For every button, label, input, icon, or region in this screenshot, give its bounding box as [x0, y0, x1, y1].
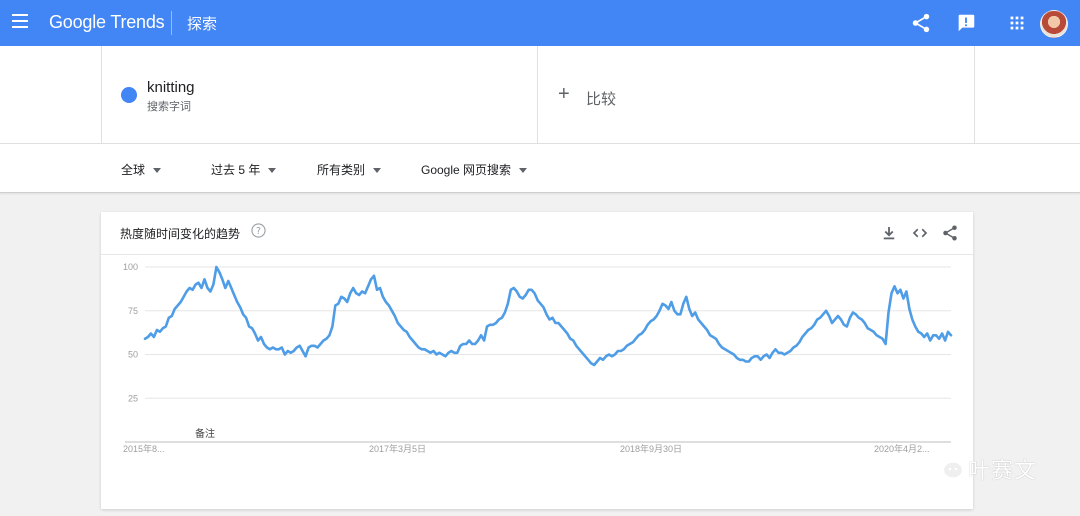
add-icon[interactable]: + — [558, 84, 570, 104]
search-terms-bar: knitting 搜索字词 + 比较 — [0, 46, 1080, 144]
time-range-value: 过去 5 年 — [211, 163, 261, 177]
x-tick-label: 2020年4月2... — [874, 443, 930, 454]
term-color-dot — [121, 87, 137, 103]
x-tick-label: 2015年8... — [123, 443, 165, 454]
interest-over-time-card: 热度随时间变化的趋势 ? 25 50 75 100 2015年8... 2017年3月5日… — [101, 212, 973, 509]
menu-icon[interactable] — [12, 14, 28, 28]
region-value: 全球 — [121, 163, 146, 177]
chevron-down-icon — [268, 168, 277, 174]
x-tick-label: 2017年3月5日 — [369, 443, 426, 454]
y-tick-label: 75 — [128, 306, 138, 316]
avatar[interactable] — [1040, 10, 1068, 38]
compare-label[interactable]: 比较 — [586, 88, 616, 109]
search-term-card[interactable]: knitting 搜索字词 — [101, 46, 538, 143]
x-tick-label: 2018年9月30日 — [620, 443, 682, 454]
search-type-dropdown[interactable]: Google 网页搜索 — [421, 161, 528, 178]
header-divider — [171, 11, 172, 35]
search-type-value: Google 网页搜索 — [421, 163, 512, 177]
chevron-down-icon — [373, 168, 382, 174]
apps-icon[interactable] — [1006, 12, 1028, 34]
top-app-bar: Google Trends 探索 — [0, 0, 1080, 46]
page-heading: 探索 — [187, 16, 218, 33]
feedback-icon[interactable] — [955, 12, 977, 34]
google-trends-logo[interactable]: Google Trends — [49, 12, 165, 33]
category-value: 所有类别 — [317, 163, 366, 177]
term-name[interactable]: knitting — [147, 79, 195, 96]
notes-label: 备注 — [195, 427, 215, 440]
filter-bar: 全球 过去 5 年 所有类别 Google 网页搜索 — [0, 144, 1080, 193]
series-line-knitting — [143, 265, 953, 367]
wechat-watermark-icon — [929, 451, 965, 480]
category-dropdown[interactable]: 所有类别 — [317, 161, 382, 178]
chevron-down-icon — [519, 168, 528, 174]
y-tick-label: 25 — [128, 393, 138, 403]
compare-card[interactable]: + 比较 — [537, 46, 975, 143]
watermark-text: 叶赛文 — [968, 458, 1038, 483]
share-icon[interactable] — [910, 12, 932, 34]
interest-line-chart: 25 50 75 100 2015年8... 2017年3月5日 2018年9月30日 202… — [123, 262, 953, 454]
chevron-down-icon — [153, 168, 162, 174]
term-type-label: 搜索字词 — [147, 101, 191, 113]
y-tick-label: 100 — [123, 262, 138, 272]
time-range-dropdown[interactable]: 过去 5 年 — [211, 161, 277, 178]
y-tick-label: 50 — [128, 350, 138, 360]
region-dropdown[interactable]: 全球 — [121, 161, 162, 178]
